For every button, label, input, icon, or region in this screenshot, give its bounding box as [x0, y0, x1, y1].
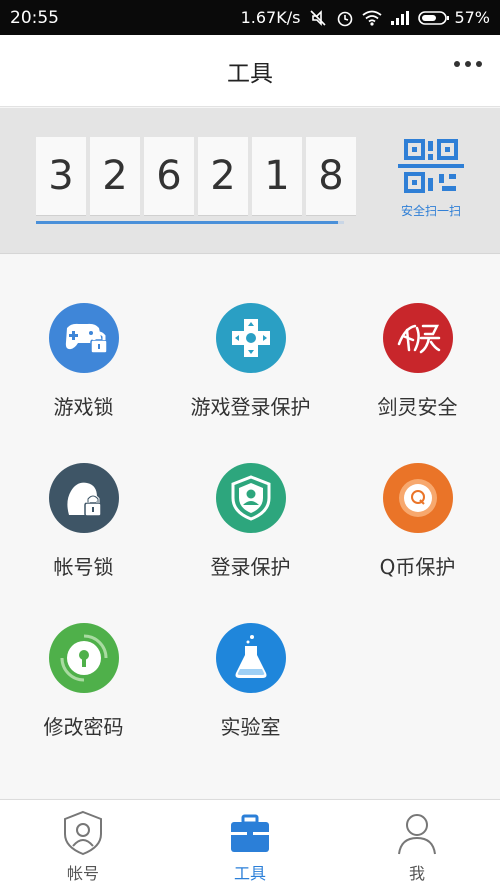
page-title: 工具: [227, 60, 273, 87]
mute-icon: [310, 9, 327, 26]
tool-label: 剑灵安全: [377, 395, 458, 419]
wifi-icon: [362, 10, 382, 26]
profile-lock-icon: [66, 482, 102, 517]
tab-label: 我: [408, 864, 425, 883]
tool-login-protect-circle: [215, 463, 286, 533]
token-digit: 1: [252, 137, 302, 215]
keyhole-icon: [60, 634, 107, 682]
tab-me[interactable]: 我: [357, 810, 477, 884]
tab-label: 帐号: [66, 864, 99, 883]
tab-tools[interactable]: 工具: [190, 810, 310, 884]
tool-game-login-protect-circle: [215, 303, 286, 373]
battery-status: 57%: [418, 8, 490, 27]
tool-account-lock-circle: [48, 463, 119, 533]
tool-laboratory-circle: [215, 623, 286, 693]
game-cross-icon: [231, 319, 270, 357]
tool-label: 帐号锁: [53, 555, 114, 579]
token-digits: 3 2 6 2 1 8: [36, 137, 356, 215]
tool-login-protect[interactable]: 登录保护: [167, 463, 334, 580]
battery-icon: [418, 10, 450, 25]
tool-laboratory[interactable]: 实验室: [167, 623, 334, 740]
shield-user-icon: [231, 475, 270, 521]
status-bar: 20:55 1.67K/s 57%: [0, 0, 500, 35]
token-panel: 3 2 6 2 1 8 安全扫一扫: [0, 108, 500, 254]
qr-code-icon: [398, 139, 464, 193]
tool-jianling-security[interactable]: 剑灵安全: [334, 303, 500, 420]
tool-game-lock[interactable]: 游戏锁: [0, 303, 167, 420]
network-speed: 1.67K/s: [240, 8, 301, 27]
tools-grid: 游戏锁 游戏登录保护 剑灵安全 帐号锁 登录保护 Q币保护 修改密码 实验室: [0, 255, 500, 798]
tool-jianling-security-circle: [382, 303, 453, 373]
more-options-button[interactable]: [454, 61, 482, 67]
tool-qcoin-protect-circle: [382, 463, 453, 533]
more-dot-icon: [465, 61, 471, 67]
token-digit: 2: [90, 137, 140, 215]
tab-account[interactable]: 帐号: [23, 810, 143, 884]
tab-label: 工具: [233, 864, 266, 883]
signal-icon: [391, 10, 410, 25]
security-scan-button[interactable]: 安全扫一扫: [390, 138, 472, 219]
battery-level: 57%: [454, 8, 490, 27]
token-progress-bar: [36, 221, 344, 224]
tool-label: 修改密码: [43, 715, 124, 739]
tool-change-password-circle: [48, 623, 119, 693]
tool-label: 登录保护: [210, 555, 291, 579]
tool-change-password[interactable]: 修改密码: [0, 623, 167, 740]
tool-game-login-protect[interactable]: 游戏登录保护: [167, 303, 334, 420]
title-bar: 工具: [0, 35, 500, 107]
person-icon: [398, 814, 436, 855]
tool-label: 实验室: [220, 715, 281, 739]
more-dot-icon: [454, 61, 460, 67]
toolbox-icon: [231, 814, 269, 852]
qcoin-icon: [398, 479, 437, 517]
more-dot-icon: [476, 61, 482, 67]
token-progress-fill: [36, 221, 338, 224]
tool-label: 游戏锁: [53, 395, 114, 419]
jianling-logo-icon: [397, 324, 440, 354]
alarm-icon: [338, 11, 353, 26]
flask-icon: [235, 635, 266, 678]
token-digit: 8: [306, 137, 356, 215]
status-indicators: 1.67K/s 57%: [241, 8, 490, 27]
tool-qcoin-protect[interactable]: Q币保护: [334, 463, 500, 580]
tool-account-lock[interactable]: 帐号锁: [0, 463, 167, 580]
bottom-tab-bar: 帐号 工具 我: [0, 799, 500, 889]
token-digit: 2: [198, 137, 248, 215]
tool-label: Q币保护: [379, 555, 456, 579]
status-time: 20:55: [10, 7, 59, 28]
security-scan-label: 安全扫一扫: [400, 204, 461, 218]
gamepad-lock-icon: [65, 323, 108, 354]
account-shield-icon: [64, 810, 102, 856]
token-digit: 3: [36, 137, 86, 215]
tool-label: 游戏登录保护: [190, 395, 311, 419]
token-digit: 6: [144, 137, 194, 215]
tool-game-lock-circle: [48, 303, 119, 373]
